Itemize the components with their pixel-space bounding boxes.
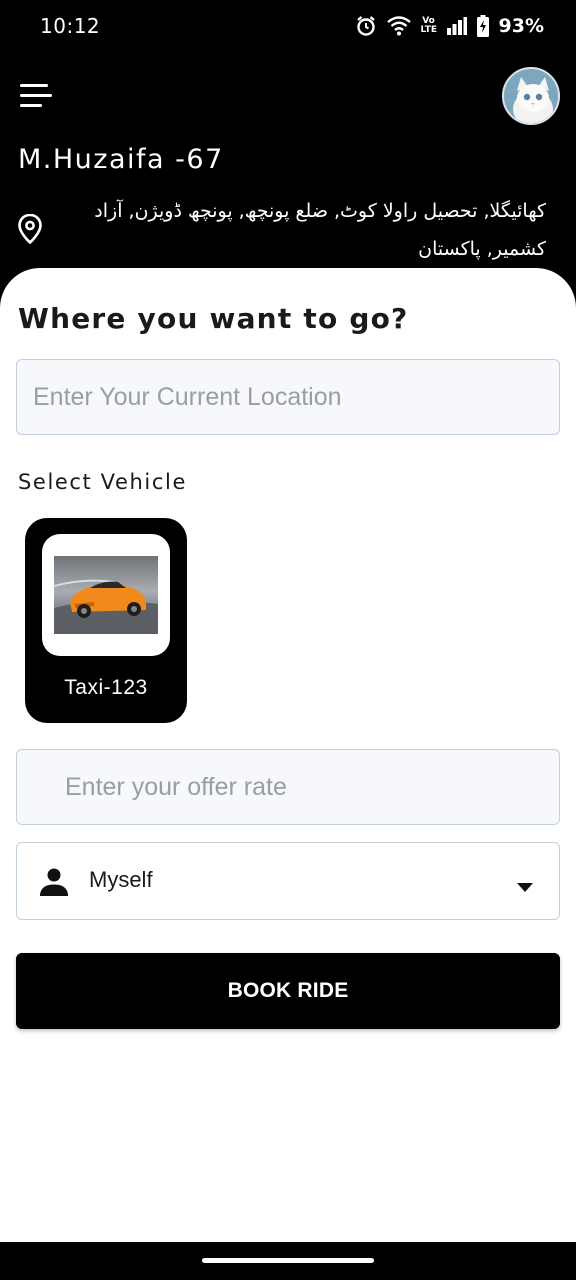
vehicle-thumbnail	[42, 534, 170, 656]
passenger-selected-value: Myself	[89, 867, 153, 892]
caret-down-icon	[517, 877, 533, 896]
offer-rate-input[interactable]	[16, 749, 560, 825]
current-address: کھائیگلا, تحصیل راولا کوٹ, ضلع پونچھ, پو…	[16, 192, 546, 272]
booking-sheet: Where you want to go? Select Vehicle	[0, 268, 576, 1242]
passenger-select[interactable]: Myself	[16, 842, 560, 920]
alarm-icon	[355, 15, 377, 37]
user-name: M.Huzaifa -67	[18, 144, 224, 175]
vehicle-label: Taxi-123	[64, 676, 148, 699]
battery-charging-icon	[476, 15, 489, 37]
status-icons: Vo LTE 93%	[355, 15, 544, 37]
page-title: Where you want to go?	[18, 302, 409, 335]
vehicle-card-taxi[interactable]: Taxi-123	[25, 518, 187, 723]
profile-avatar[interactable]	[502, 67, 560, 125]
signal-icon	[446, 17, 467, 35]
status-time: 10:12	[40, 14, 101, 38]
person-icon	[39, 868, 69, 900]
header: M.Huzaifa -67 کھائیگلا, تحصیل راولا کوٹ,…	[0, 52, 576, 282]
home-indicator[interactable]	[202, 1258, 374, 1263]
system-nav-bar	[0, 1242, 576, 1280]
book-ride-button[interactable]: BOOK RIDE	[16, 953, 560, 1029]
hamburger-menu-icon[interactable]	[20, 80, 56, 112]
status-bar: 10:12 Vo LTE 93%	[0, 0, 576, 52]
sports-car-image	[54, 556, 158, 634]
wifi-icon	[386, 16, 411, 36]
select-vehicle-label: Select Vehicle	[18, 470, 187, 494]
current-location-input[interactable]	[16, 359, 560, 435]
map-pin-icon	[18, 213, 42, 248]
address-text: کھائیگلا, تحصیل راولا کوٹ, ضلع پونچھ, پو…	[94, 200, 546, 260]
app-screen: 10:12 Vo LTE 93% M.Huzaifa -67 کھائیگلا,…	[0, 0, 576, 1280]
battery-percent: 93%	[498, 15, 544, 37]
volte-icon: Vo LTE	[420, 16, 438, 35]
